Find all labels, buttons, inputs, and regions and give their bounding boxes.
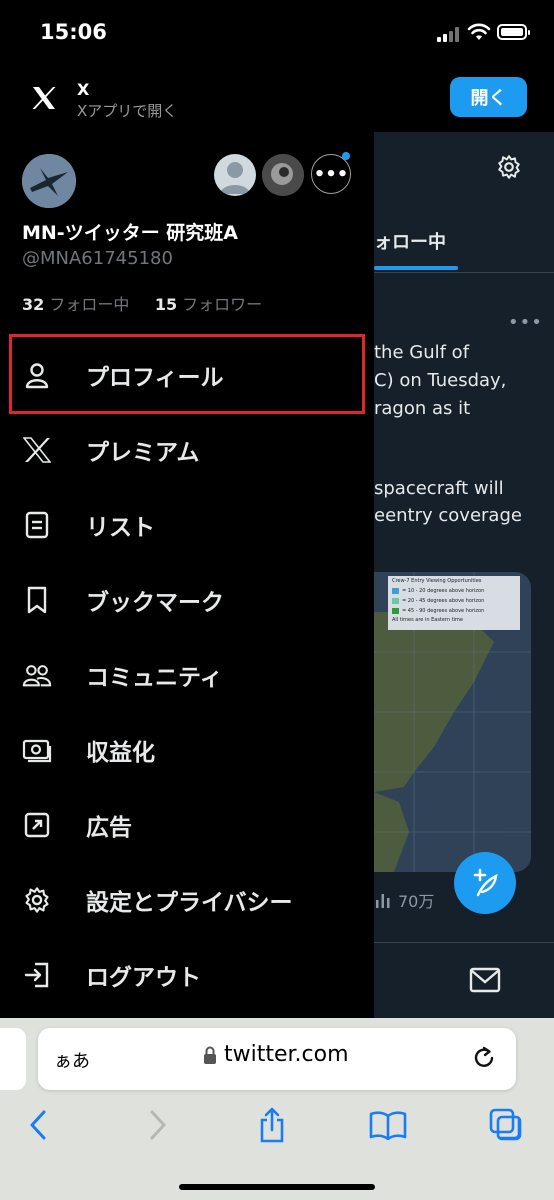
tab-underline [374, 266, 458, 270]
tweet-text-line: eentry coverage [374, 505, 522, 526]
following-count: 32 [22, 295, 45, 314]
url-display[interactable]: twitter.com [202, 1042, 349, 1067]
feather-plus-icon [473, 868, 498, 897]
more-dots-icon: ••• [313, 163, 349, 185]
views-count: 70万 [398, 892, 435, 911]
tabs-button[interactable] [486, 1102, 526, 1148]
page-settings-button[interactable]: ぁあ [54, 1047, 90, 1073]
open-app-button[interactable]: 開く [450, 77, 527, 117]
menu-item-label: 広告 [86, 815, 132, 841]
address-bar[interactable]: ぁあ twitter.com [38, 1028, 516, 1090]
menu-item-label: 設定とプライバシー [86, 890, 293, 916]
map-legend-row: = 45 - 90 degrees above horizon [402, 608, 485, 614]
monetization-icon [22, 735, 52, 765]
map-legend-footer: All times are in Eastern time [392, 617, 463, 623]
open-in-app-banner: X Xアプリで開く 開く [0, 66, 554, 130]
forward-button[interactable] [138, 1102, 178, 1148]
display-name: MN-ツイッター 研究班A [22, 222, 239, 244]
settings-gear-icon[interactable] [496, 154, 522, 180]
timeline-background: フォロー中 ••• the Gulf of C) on Tuesday, rag… [374, 132, 554, 1018]
chevron-right-icon [150, 1110, 166, 1140]
x-app-logo-icon [24, 80, 64, 116]
follow-stats: 32 フォロー中 15 フォロワー [22, 291, 262, 315]
url-text: twitter.com [224, 1042, 349, 1067]
home-indicator [179, 1184, 375, 1190]
ads-icon [22, 810, 52, 840]
tweet-map-image[interactable]: Crew-7 Entry Viewing Opportunities = 10 … [374, 572, 531, 872]
x-logo-icon [22, 435, 52, 465]
back-button[interactable] [18, 1102, 58, 1148]
tabs-icon [489, 1108, 522, 1141]
reload-icon[interactable] [470, 1044, 498, 1072]
status-bar: 15:06 [0, 0, 554, 64]
menu-item-lists[interactable]: リスト [0, 488, 374, 562]
navigation-drawer: ••• MN-ツイッター 研究班A @MNA61745180 32 フォロー中 … [0, 132, 374, 1018]
bookmark-icon [22, 585, 52, 615]
user-handle: @MNA61745180 [22, 248, 173, 269]
menu-item-settings-privacy[interactable]: 設定とプライバシー [0, 863, 374, 937]
battery-icon [497, 24, 530, 40]
menu-item-label: 収益化 [86, 740, 155, 766]
tab-following[interactable]: フォロー中 [374, 228, 446, 254]
book-icon [369, 1111, 407, 1140]
share-button[interactable] [252, 1102, 292, 1148]
avatar[interactable] [22, 154, 76, 208]
followers-link[interactable]: 15 フォロワー [155, 295, 262, 314]
account-avatar-default[interactable] [214, 154, 256, 196]
divider [374, 272, 554, 273]
notification-dot [342, 152, 350, 160]
menu-item-label: コミュニティ [86, 665, 223, 691]
logout-icon [22, 960, 52, 990]
bookmarks-button[interactable] [368, 1102, 408, 1148]
previous-tab-preview[interactable] [0, 1028, 26, 1090]
chevron-left-icon [30, 1110, 46, 1140]
lock-icon [204, 1046, 216, 1064]
menu-item-profile[interactable]: プロフィール [0, 338, 374, 412]
menu-item-ads[interactable]: 広告 [0, 788, 374, 862]
tweet-text-line: spacecraft will [374, 478, 504, 499]
map-legend-row: = 20 - 45 degrees above horizon [402, 598, 485, 604]
tweet-text-line: the Gulf of [374, 342, 470, 363]
share-icon [260, 1107, 284, 1143]
compose-tweet-button[interactable] [454, 852, 516, 914]
menu-item-label: プレミアム [86, 440, 200, 466]
menu-item-label: リスト [86, 515, 155, 541]
tweet-text-line: C) on Tuesday, [374, 370, 507, 391]
gear-icon [22, 885, 52, 915]
followers-label: フォロワー [182, 295, 263, 314]
status-time: 15:06 [40, 20, 107, 44]
map-legend-row: = 10 - 20 degrees above horizon [402, 588, 485, 594]
menu-item-premium[interactable]: プレミアム [0, 413, 374, 487]
app-subtitle: Xアプリで開く [77, 102, 178, 120]
person-icon [22, 360, 52, 390]
messages-envelope-icon[interactable] [469, 966, 501, 994]
followers-count: 15 [154, 295, 178, 314]
menu-item-communities[interactable]: コミュニティ [0, 638, 374, 712]
menu-item-label: ブックマーク [86, 590, 224, 616]
account-avatar-alt[interactable] [262, 154, 304, 196]
browser-bottom-bar: ぁあ twitter.com [0, 1018, 554, 1200]
wifi-icon [467, 23, 491, 40]
communities-icon [22, 660, 52, 690]
map-legend-title: Crew-7 Entry Viewing Opportunities [392, 578, 482, 584]
following-link[interactable]: 32 フォロー中 [22, 295, 129, 314]
menu-item-logout[interactable]: ログアウト [0, 938, 374, 1012]
menu-item-monetization[interactable]: 収益化 [0, 713, 374, 787]
map-legend: Crew-7 Entry Viewing Opportunities = 10 … [388, 576, 520, 630]
tweet-more-icon[interactable]: ••• [508, 312, 543, 333]
menu-item-label: プロフィール [86, 365, 224, 391]
menu-item-label: ログアウト [86, 965, 201, 991]
menu-item-bookmarks[interactable]: ブックマーク [0, 563, 374, 637]
list-icon [22, 510, 52, 540]
divider [374, 942, 554, 943]
following-label: フォロー中 [49, 295, 130, 314]
browser-toolbar [0, 1102, 554, 1162]
app-name: X [77, 80, 90, 99]
tweet-views[interactable]: 70万 [374, 888, 434, 912]
views-chart-icon [376, 894, 390, 908]
cellular-signal-icon [437, 26, 463, 42]
more-accounts-button[interactable]: ••• [311, 154, 351, 194]
tweet-text-line: ragon as it [374, 398, 471, 419]
